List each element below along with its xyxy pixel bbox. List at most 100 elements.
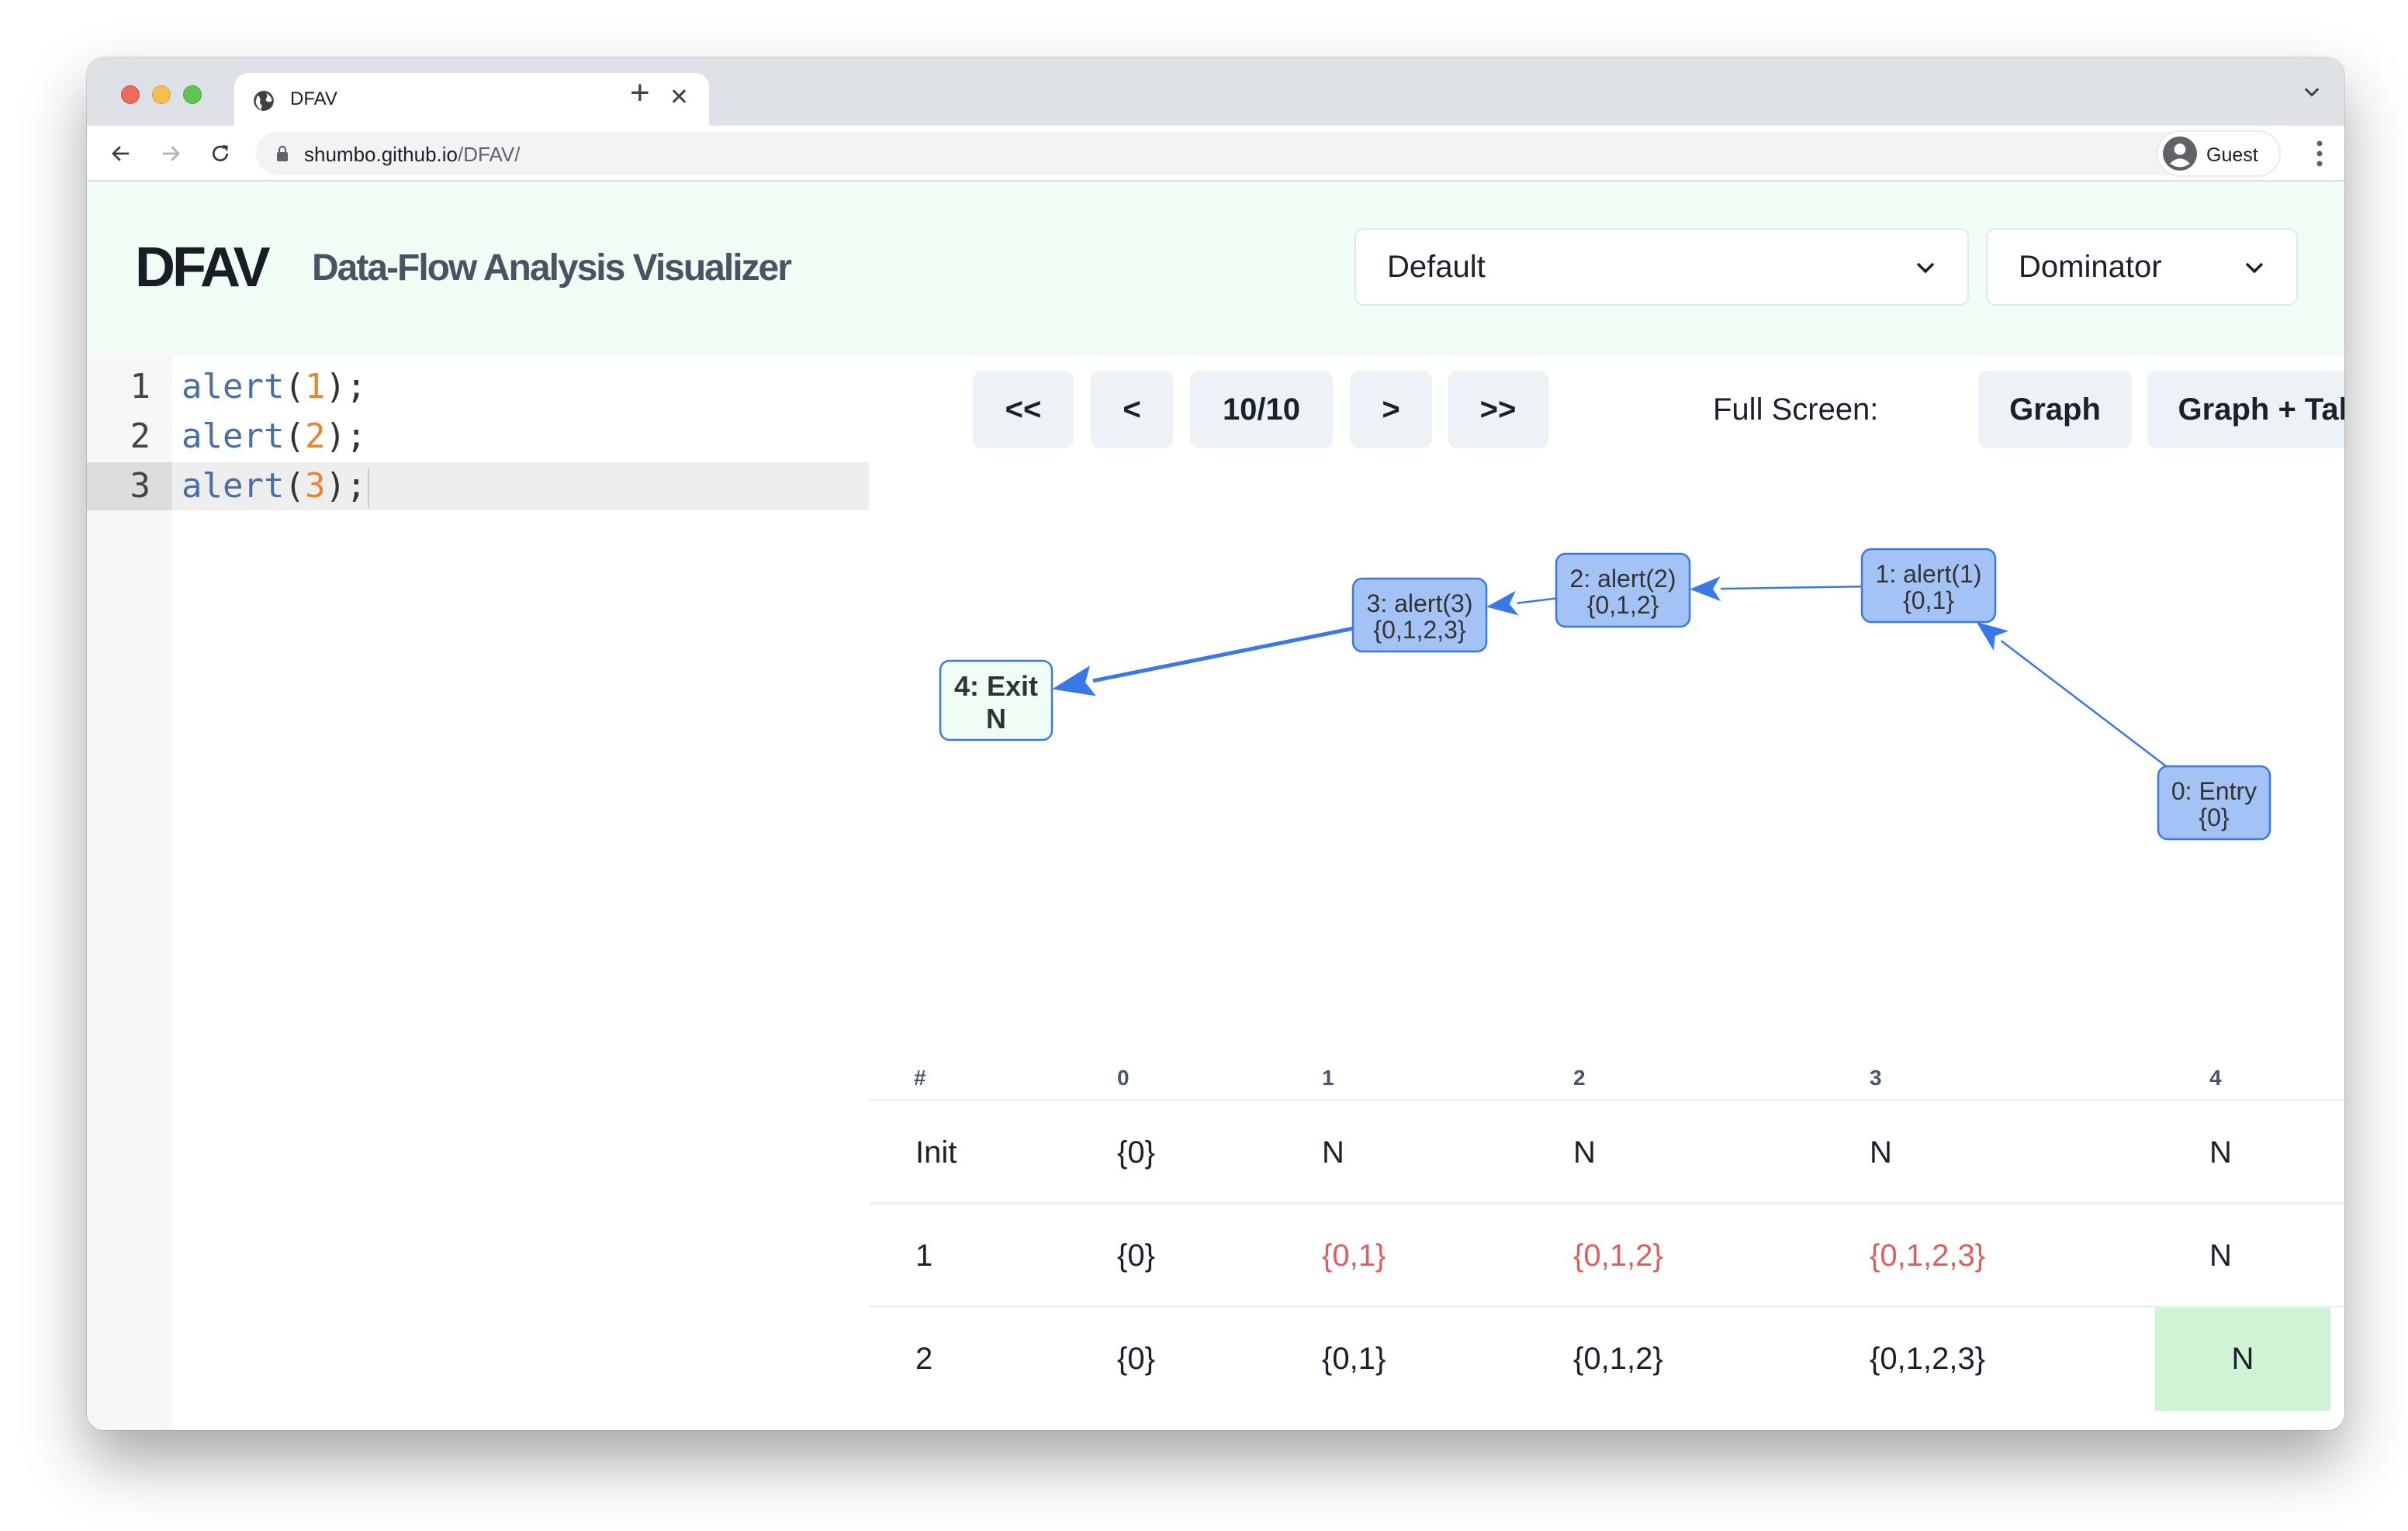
graph-node-label: 0: Entry bbox=[2171, 777, 2257, 805]
dataflow-table: #0 1 2 3 4 Init {0} N N N N 1 {0} {0,1} {0,1,2} {0,1,2… bbox=[869, 1028, 2344, 1411]
table-column-header: 1 bbox=[1322, 1066, 1334, 1090]
close-tab-icon[interactable]: ✕ bbox=[669, 84, 689, 111]
last-step-button[interactable]: >> bbox=[1448, 371, 1548, 448]
line-number: 1 bbox=[130, 367, 151, 406]
close-window-button[interactable] bbox=[121, 85, 140, 104]
graph-node[interactable]: 0: Entry{0} bbox=[2157, 765, 2271, 841]
graph-edge bbox=[1720, 586, 1863, 590]
url-path: /DFAV/ bbox=[458, 143, 521, 166]
table-row: 2 {0} {0,1} {0,1,2} {0,1,2,3} N bbox=[869, 1308, 2344, 1411]
code-editor[interactable]: 1 alert(1); 2 alert(2); 3 alert(3); bbox=[87, 355, 869, 1430]
graph-node[interactable]: 4: ExitN bbox=[939, 659, 1054, 741]
graph-edge bbox=[2000, 640, 2167, 767]
app-header: DFAV Data-Flow Analysis Visualizer Defau… bbox=[87, 181, 2344, 355]
step-counter-button[interactable]: 10/10 bbox=[1190, 371, 1333, 448]
tab-title: DFAV bbox=[290, 88, 337, 109]
chevron-down-icon[interactable] bbox=[2301, 81, 2323, 102]
app-logo: DFAV bbox=[135, 237, 271, 299]
table-cell: {0,1,2} bbox=[1573, 1239, 1663, 1273]
table-row: 1 {0} {0,1} {0,1,2} {0,1,2,3} N bbox=[869, 1204, 2344, 1308]
chevron-down-icon bbox=[1916, 262, 1935, 274]
maximize-window-button[interactable] bbox=[183, 85, 202, 104]
code-token-punctuation: ); bbox=[325, 367, 367, 406]
graph-node-label: 1: alert(1) bbox=[1876, 560, 1982, 588]
code-text: alert(2); bbox=[182, 413, 366, 461]
code-line[interactable]: 2 alert(2); bbox=[87, 413, 869, 461]
graph-node[interactable]: 2: alert(2){0,1,2} bbox=[1555, 552, 1691, 628]
table-cell: {0,1,2,3} bbox=[1870, 1239, 1986, 1273]
table-cell: N bbox=[2209, 1135, 2232, 1170]
example-select[interactable]: Default bbox=[1354, 228, 1969, 306]
url-text: shumbo.github.io/DFAV/ bbox=[304, 143, 520, 167]
first-step-button[interactable]: << bbox=[973, 371, 1074, 448]
analysis-select[interactable]: Dominator bbox=[1986, 228, 2298, 306]
table-column-header: 2 bbox=[1573, 1066, 1586, 1090]
tab-strip: DFAV ✕ + bbox=[87, 57, 2344, 126]
table-cell: {0,1,2,3} bbox=[1870, 1342, 1986, 1376]
next-step-button[interactable]: > bbox=[1350, 371, 1432, 448]
prev-step-button[interactable]: < bbox=[1091, 371, 1173, 448]
reload-button[interactable] bbox=[203, 137, 237, 171]
table-cell: {0} bbox=[1117, 1135, 1155, 1170]
avatar-icon bbox=[2163, 137, 2197, 171]
table-cell: {0,1,2} bbox=[1573, 1342, 1663, 1376]
code-token-punctuation: ( bbox=[284, 416, 305, 456]
graph-node-label: 4: Exit bbox=[954, 670, 1038, 702]
code-line[interactable]: 1 alert(1); bbox=[87, 363, 869, 411]
table-column-header: 0 bbox=[1117, 1066, 1130, 1090]
table-cell: N bbox=[1573, 1135, 1596, 1170]
arrow-right-icon bbox=[163, 146, 180, 161]
table-header: #0 1 2 3 4 bbox=[869, 1028, 2344, 1101]
fullscreen-graph-table-button[interactable]: Graph + Table bbox=[2147, 371, 2344, 448]
code-token-function: alert bbox=[182, 367, 285, 406]
graph-node-label: 2: alert(2) bbox=[1570, 565, 1676, 593]
code-token-punctuation: ( bbox=[284, 466, 305, 506]
graph-node[interactable]: 3: alert(3){0,1,2,3} bbox=[1351, 577, 1488, 653]
profile-label: Guest bbox=[2206, 144, 2258, 166]
desktop: DFAV ✕ + shumbo.github.io/DFAV/ Guest DF… bbox=[0, 0, 2408, 1531]
more-menu-icon[interactable] bbox=[2316, 140, 2323, 168]
graph-edge-arrowhead bbox=[1976, 622, 2009, 651]
profile-button[interactable]: Guest bbox=[2157, 130, 2281, 177]
table-column-header: 3 bbox=[1870, 1066, 1882, 1090]
graph-edge bbox=[1092, 626, 1354, 683]
table-cell: {0,1} bbox=[1322, 1239, 1386, 1273]
lock-icon bbox=[277, 145, 288, 161]
back-button[interactable] bbox=[104, 137, 138, 171]
table-cell: N bbox=[1322, 1135, 1344, 1170]
line-number: 2 bbox=[130, 416, 151, 456]
table-cell: N bbox=[1870, 1135, 1892, 1170]
code-line[interactable]: 3 alert(3); bbox=[87, 462, 869, 510]
code-text: alert(3); bbox=[182, 462, 370, 510]
globe-icon bbox=[254, 91, 274, 111]
text-cursor bbox=[368, 468, 370, 508]
arrow-left-icon bbox=[112, 146, 129, 161]
table-row-label: 1 bbox=[915, 1239, 933, 1273]
graph-edge-arrowhead bbox=[1052, 665, 1096, 696]
cfg-graph[interactable]: 0: Entry{0}1: alert(1){0,1}2: alert(2){0… bbox=[869, 464, 2344, 1022]
graph-node-value: {0,1} bbox=[1903, 586, 1954, 614]
minimize-window-button[interactable] bbox=[152, 85, 171, 104]
table-row-label: 2 bbox=[915, 1342, 933, 1376]
forward-button[interactable] bbox=[154, 137, 188, 171]
url-host: shumbo.github.io bbox=[304, 143, 458, 166]
code-token-punctuation: ( bbox=[284, 367, 305, 406]
graph-node[interactable]: 1: alert(1){0,1} bbox=[1860, 548, 1997, 624]
code-token-number: 2 bbox=[304, 416, 326, 456]
fullscreen-label: Full Screen: bbox=[1713, 392, 1879, 427]
table-column-header: 4 bbox=[2209, 1066, 2222, 1090]
address-bar[interactable]: shumbo.github.io/DFAV/ bbox=[256, 132, 2226, 175]
code-token-function: alert bbox=[182, 416, 285, 456]
table-cell: N bbox=[2209, 1239, 2232, 1273]
new-tab-button[interactable]: + bbox=[630, 76, 650, 110]
graph-node-value: {0} bbox=[2199, 804, 2229, 831]
browser-toolbar: shumbo.github.io/DFAV/ Guest bbox=[87, 126, 2344, 181]
chevron-down-icon bbox=[2245, 262, 2264, 274]
code-text: alert(1); bbox=[182, 363, 366, 411]
line-number-gutter bbox=[87, 355, 172, 1430]
graph-node-value: {0,1,2} bbox=[1587, 591, 1659, 619]
fullscreen-graph-button[interactable]: Graph bbox=[1978, 371, 2132, 448]
line-number: 3 bbox=[87, 462, 172, 510]
code-token-number: 3 bbox=[304, 466, 326, 506]
table-cell: {0} bbox=[1117, 1342, 1155, 1376]
